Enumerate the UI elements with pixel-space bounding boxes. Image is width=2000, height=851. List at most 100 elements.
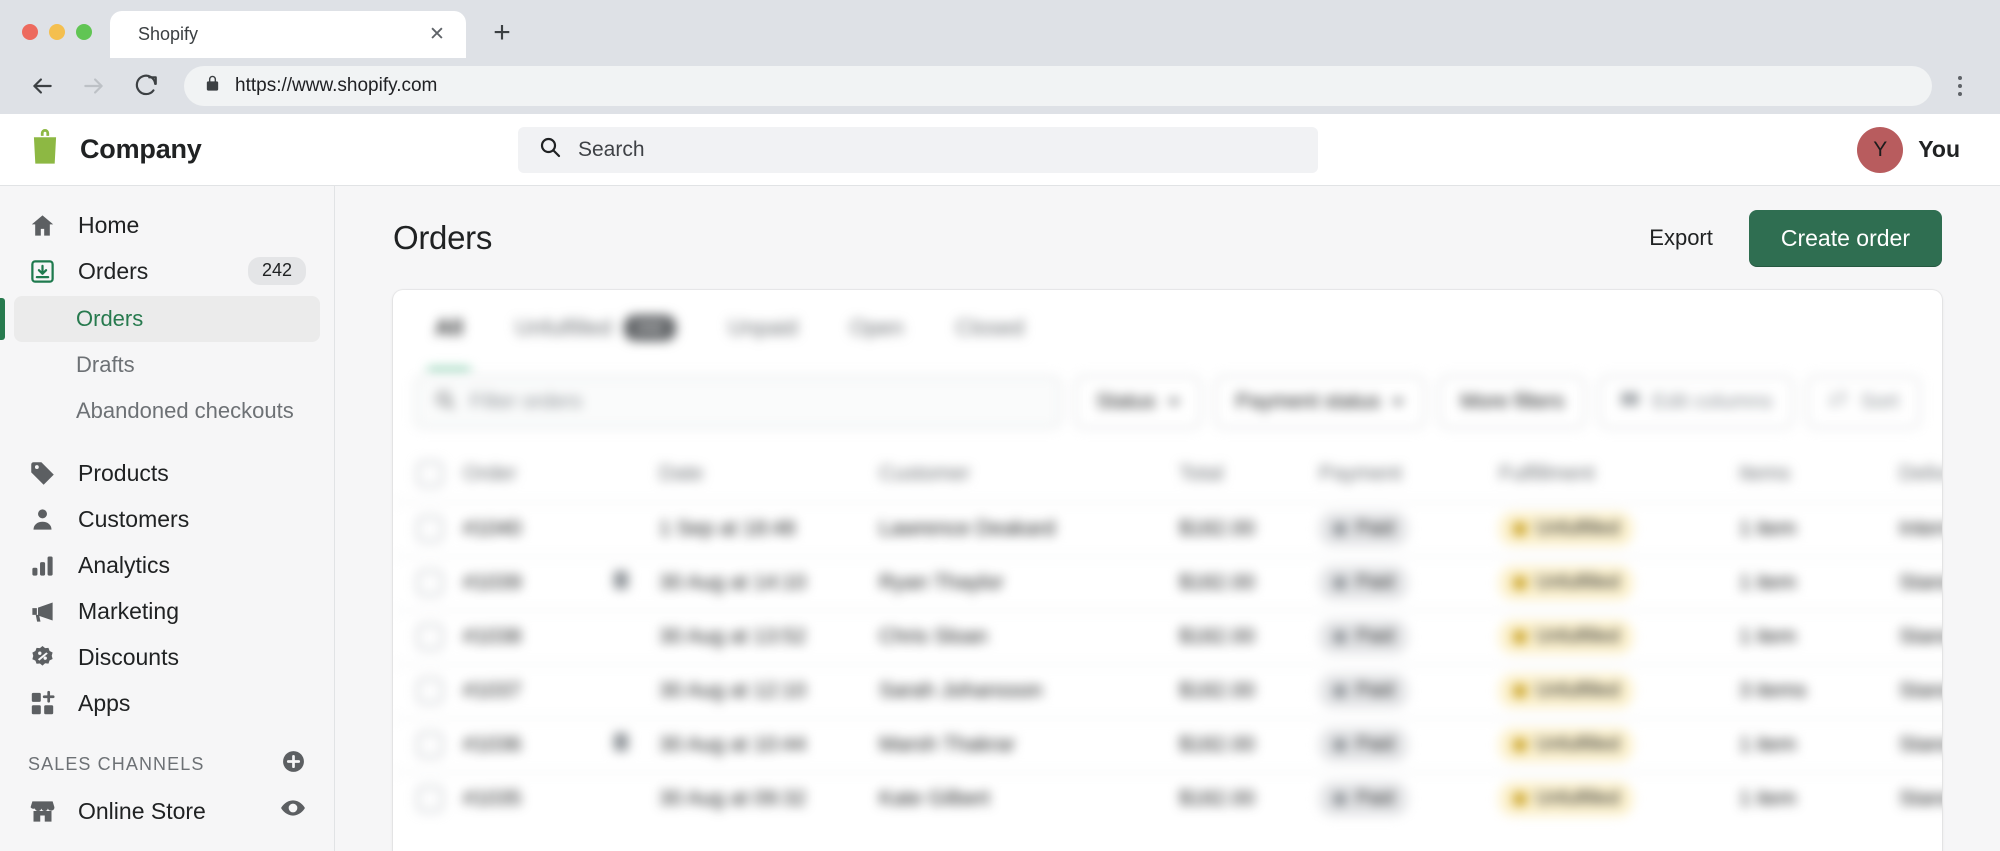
cell-items: 1 item [1729, 609, 1889, 664]
tab-all[interactable]: All [413, 305, 485, 373]
column-header-items[interactable]: Items [1729, 446, 1889, 502]
filter-orders-input[interactable]: Filter orders [415, 376, 1062, 428]
cell-payment: Paid [1309, 555, 1489, 610]
sidebar-item-analytics[interactable]: Analytics [14, 542, 320, 588]
back-arrow-icon[interactable] [20, 64, 64, 108]
row-select-cell [393, 609, 453, 664]
sidebar-item-label: Analytics [78, 551, 171, 578]
tab-count-badge: 242 [623, 314, 677, 342]
tab-unpaid[interactable]: Unpaid [706, 305, 820, 351]
tab-closed[interactable]: Closed [934, 305, 1046, 351]
page-actions: Export Create order [1635, 209, 1942, 267]
home-icon [28, 211, 56, 239]
sidebar-item-label: Marketing [78, 597, 179, 624]
cell-fulfillment: Unfulfilled [1489, 717, 1729, 772]
sidebar-subitem-orders[interactable]: Orders [0, 296, 320, 342]
select-all-checkbox[interactable] [417, 460, 443, 487]
sort-label: Sort [1860, 390, 1899, 413]
create-order-button[interactable]: Create order [1748, 209, 1942, 267]
sidebar-subitem-drafts[interactable]: Drafts [14, 342, 320, 388]
edit-columns-label: Edit columns [1652, 390, 1773, 413]
table-header-row: Order Date Customer Total Payment Fulfil… [393, 446, 1942, 502]
close-window-button[interactable] [22, 24, 38, 40]
payment-status-filter-button[interactable]: Payment status [1214, 376, 1426, 428]
cell-total: $182.00 [1169, 717, 1309, 772]
sidebar-item-marketing[interactable]: Marketing [14, 588, 320, 634]
column-header-date[interactable]: Date [649, 446, 869, 502]
maximize-window-button[interactable] [76, 24, 92, 40]
cell-order: #1037 [453, 663, 603, 718]
tab-label: Unfulfilled [515, 314, 612, 340]
table-row[interactable]: #1036 30 Aug at 10:44 Marsh Thakrar $182… [393, 717, 1942, 772]
row-checkbox[interactable] [417, 516, 443, 542]
more-filters-button[interactable]: More filters [1439, 376, 1586, 428]
browser-tabstrip: Shopify ✕ + [0, 0, 2000, 58]
status-badge-payment: Paid [1319, 620, 1409, 654]
address-bar[interactable]: https://www.shopify.com [184, 66, 1932, 106]
plus-circle-icon[interactable] [281, 749, 306, 779]
sort-button[interactable]: Sort [1807, 376, 1920, 428]
filter-orders-placeholder: Filter orders [470, 390, 583, 413]
kebab-menu-icon[interactable] [1940, 66, 1980, 106]
row-checkbox[interactable] [417, 678, 443, 704]
cell-date: 1 Sep at 18:48 [649, 501, 869, 556]
row-select-cell [393, 717, 453, 772]
browser-tab[interactable]: Shopify ✕ [110, 11, 466, 58]
table-row[interactable]: #1035 30 Aug at 09:32 Kate Gilbert $182.… [393, 771, 1942, 826]
sort-icon [1828, 389, 1848, 415]
search-input[interactable]: Search [518, 126, 1318, 173]
table-row[interactable]: #1037 30 Aug at 12:10 Sarah Johansson $1… [393, 663, 1942, 718]
cell-total: $182.00 [1169, 663, 1309, 718]
column-header-fulfillment[interactable]: Fulfillment [1489, 446, 1729, 502]
tab-unfulfilled[interactable]: Unfulfilled 242 [493, 305, 698, 351]
status-badge-fulfillment: Unfulfilled [1499, 782, 1634, 817]
tab-open[interactable]: Open [828, 305, 926, 351]
edit-columns-button[interactable]: Edit columns [1599, 376, 1794, 428]
user-name: You [1918, 136, 1960, 162]
column-header-payment[interactable]: Payment [1309, 446, 1489, 502]
sidebar-item-products[interactable]: Products [14, 450, 320, 496]
table-row[interactable]: #1040 1 Sep at 18:48 Lawrence Deakard $1… [393, 501, 1942, 556]
tab-label: All [435, 315, 464, 340]
row-checkbox[interactable] [417, 570, 443, 596]
cell-order: #1035 [453, 771, 603, 826]
reload-icon[interactable] [124, 64, 168, 108]
sidebar-subitem-abandoned-checkouts[interactable]: Abandoned checkouts [14, 388, 320, 434]
eye-icon[interactable] [280, 795, 306, 827]
sidebar-subitem-label: Orders [76, 306, 144, 331]
column-header-customer[interactable]: Customer [869, 446, 1169, 502]
cell-order: #1038 [453, 609, 603, 664]
minimize-window-button[interactable] [49, 24, 65, 40]
table-row[interactable]: #1039 30 Aug at 14:10 Ryan Thaylor $182.… [393, 555, 1942, 610]
sidebar-item-apps[interactable]: Apps [14, 680, 320, 726]
orders-count-badge: 242 [247, 257, 306, 285]
row-checkbox[interactable] [417, 732, 443, 758]
storefront-icon [28, 797, 56, 825]
status-badge-payment: Paid [1319, 728, 1409, 762]
table-row[interactable]: #1038 30 Aug at 13:52 Chris Sloan $182.0… [393, 609, 1942, 664]
user-menu[interactable]: Y You [1857, 126, 1972, 173]
sidebar-item-discounts[interactable]: Discounts [14, 634, 320, 680]
export-button[interactable]: Export [1635, 213, 1727, 263]
brand[interactable]: Company [28, 129, 518, 170]
column-header-delivery-method[interactable]: Delivery method [1889, 446, 1942, 502]
sales-channels-title: SALES CHANNELS [28, 753, 205, 774]
row-select-cell [393, 771, 453, 826]
sidebar-item-home[interactable]: Home [14, 202, 320, 248]
column-header-order[interactable]: Order [453, 446, 603, 502]
cell-date: 30 Aug at 13:52 [649, 609, 869, 664]
column-header-total[interactable]: Total [1169, 446, 1309, 502]
row-checkbox[interactable] [417, 786, 443, 813]
sidebar-item-online-store[interactable]: Online Store [14, 788, 320, 834]
cell-note [603, 501, 649, 556]
cell-delivery-method: Standard Free [1889, 555, 1942, 610]
row-select-cell [393, 555, 453, 610]
close-icon[interactable]: ✕ [424, 22, 450, 48]
sidebar-item-orders[interactable]: Orders 242 [14, 248, 320, 294]
sidebar-item-customers[interactable]: Customers [14, 496, 320, 542]
cell-total: $182.00 [1169, 771, 1309, 826]
status-filter-button[interactable]: Status [1075, 376, 1201, 428]
row-checkbox[interactable] [417, 624, 443, 650]
new-tab-button[interactable]: + [480, 11, 524, 55]
shopping-bag-icon [28, 129, 62, 170]
